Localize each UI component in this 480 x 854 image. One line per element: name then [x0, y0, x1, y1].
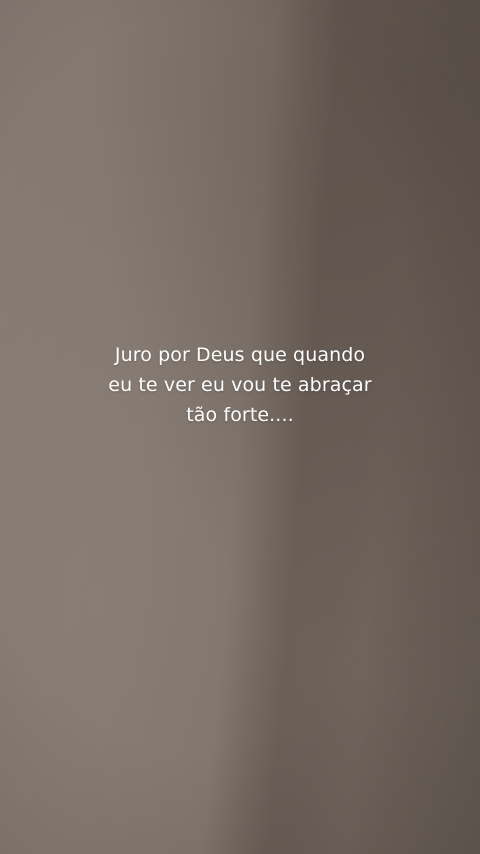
- caption-line-3: tão forte....: [186, 404, 294, 426]
- story-caption: Juro por Deus que quando eu te ver eu vo…: [60, 340, 420, 430]
- caption-line-2: eu te ver eu vou te abraçar: [108, 374, 372, 396]
- caption-line-1: Juro por Deus que quando: [114, 344, 366, 366]
